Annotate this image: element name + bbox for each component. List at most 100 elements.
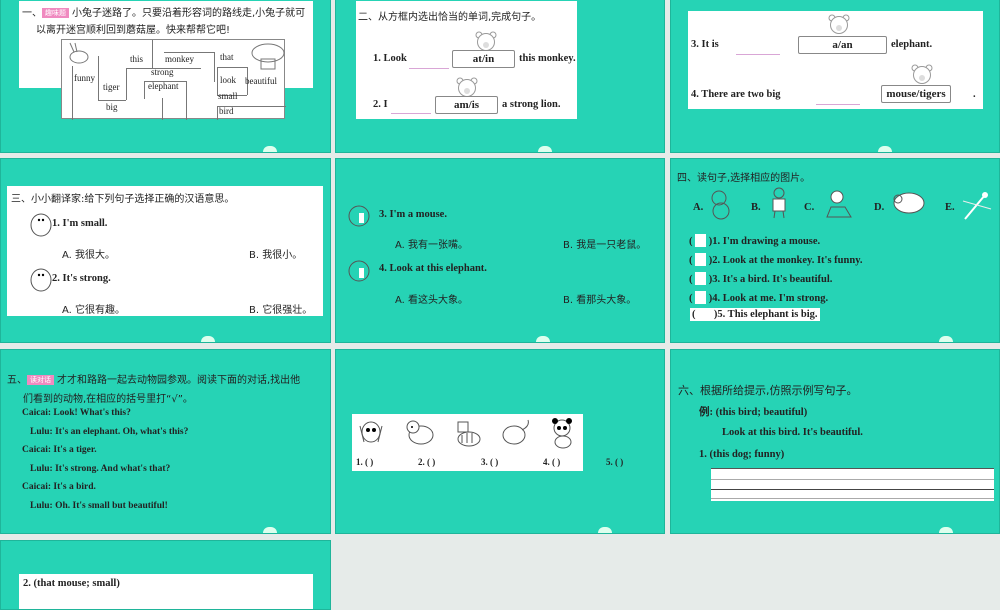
dialog-line: Caicai: It's a tiger.: [22, 445, 97, 455]
polar-bear-picture: [406, 420, 434, 445]
answer-box[interactable]: [695, 253, 707, 266]
answer-box[interactable]: [695, 272, 707, 285]
statement: ( )3. It's a bird. It's beautiful.: [689, 272, 833, 285]
word-box: at/in: [452, 50, 515, 68]
maze-word: small: [218, 91, 238, 101]
answer-label[interactable]: 4. ( ): [543, 457, 560, 467]
dialog-line: Lulu: It's strong. And what's that?: [30, 464, 171, 474]
nav-marker: [536, 336, 550, 342]
slide-write-sentences[interactable]: 六、根据所给提示,仿照示例写句子。 例: (this bird; beautif…: [670, 349, 1000, 534]
answer-blank[interactable]: [409, 68, 449, 69]
answer-label[interactable]: 5. ( ): [606, 457, 623, 467]
answer-label[interactable]: 3. ( ): [481, 457, 498, 467]
egg-character-icon: [30, 213, 52, 237]
maze-word: elephant: [148, 81, 179, 91]
option-label: C.: [804, 202, 815, 213]
maze-word: monkey: [165, 54, 194, 64]
question-2: 2. It's strong.: [52, 273, 111, 284]
writing-lines[interactable]: [711, 468, 994, 501]
option-b[interactable]: B. 我很小。: [249, 246, 302, 261]
section-title: 六、根据所给提示,仿照示例写句子。: [678, 384, 858, 397]
bear-icon: [828, 14, 850, 34]
answer-box[interactable]: [695, 234, 707, 247]
rabbit-icon: [69, 42, 89, 64]
statement: ( )1. I'm drawing a mouse.: [689, 234, 821, 247]
option-b[interactable]: B. 看那头大象。: [563, 291, 636, 306]
nav-marker: [263, 146, 277, 152]
tag-badge: 读对话: [27, 375, 54, 385]
nav-marker: [939, 336, 953, 342]
maze: this monkey that strong funny tiger elep…: [61, 39, 286, 120]
option-label: E.: [945, 202, 955, 213]
question-3-end: elephant.: [891, 39, 933, 50]
maze-word: bird: [219, 106, 234, 116]
maze-word: big: [106, 102, 118, 112]
option-a[interactable]: A. 看这头大象。: [395, 291, 468, 306]
statement: ( )2. Look at the monkey. It's funny.: [689, 253, 863, 266]
option-a[interactable]: A. 它很有趣。: [62, 301, 125, 316]
question-2-end: a strong lion.: [502, 99, 561, 110]
nav-marker: [598, 527, 612, 533]
nav-marker: [538, 146, 552, 152]
option-b[interactable]: B. 我是一只老鼠。: [563, 236, 646, 251]
slide-fill-in-1[interactable]: 二、从方框内选出恰当的单词,完成句子。 1. Look at/in this m…: [335, 0, 665, 153]
question-2-start: 2. I: [373, 99, 388, 110]
bear-icon: [911, 64, 933, 84]
dialog-line: Caicai: It's a bird.: [22, 482, 96, 492]
slide-dialogue[interactable]: 五、 读对话 才才和路路一起去动物园参观。阅读下面的对话,找出他 们看到的动物,在相…: [0, 349, 331, 534]
slide-translate-1[interactable]: 三、小小翻译家:给下列句子选择正确的汉语意思。 1. I'm small. A.…: [0, 158, 331, 343]
statement: ( )5. This elephant is big.: [690, 308, 820, 321]
slide-animal-pictures[interactable]: 1. ( ) 2. ( ) 3. ( ) 4. ( ) 5. ( ): [335, 349, 665, 534]
statement: ( )4. Look at me. I'm strong.: [689, 291, 829, 304]
question-1: 1. (this dog; funny): [699, 449, 785, 460]
answer-label[interactable]: 2. ( ): [418, 457, 435, 467]
question-4-start: 4. There are two big: [691, 89, 781, 100]
dialog-line: Caicai: Look! What's this?: [22, 408, 131, 418]
answer-box[interactable]: [695, 291, 707, 304]
dialog-line: Lulu: Oh. It's small but beautiful!: [30, 501, 168, 511]
maze-word: funny: [74, 73, 95, 83]
bird-picture: [962, 192, 992, 220]
slide-match-pictures[interactable]: 四、读句子,选择相应的图片。 A. B. C. D. E. ( )1. I'm …: [670, 158, 1000, 343]
owl-picture: [359, 421, 383, 443]
word-box: mouse/tigers: [881, 85, 951, 103]
option-a[interactable]: A. 我很大。: [62, 246, 115, 261]
maze-word: beautiful: [245, 76, 277, 86]
example-answer: Look at this bird. It's beautiful.: [722, 427, 863, 438]
instruction-line-2: 以离开迷宫顺利回到蘑菇屋。快来帮帮它吧!: [36, 25, 231, 36]
slide-maze[interactable]: 一、 趣味题 小兔子迷路了。只要沿着形容词的路线走,小兔子就可 以离开迷宫顺利回到蘑…: [0, 0, 331, 153]
instruction-line-1: 五、 读对话 才才和路路一起去动物园参观。阅读下面的对话,找出他: [7, 375, 301, 386]
elephant-picture: [893, 192, 925, 214]
elephant-picture: [502, 419, 529, 445]
instruction-line-1: 一、 趣味题 小兔子迷路了。只要沿着形容词的路线走,小兔子就可: [22, 8, 306, 19]
slide-translate-2[interactable]: 3. I'm a mouse. A. 我有一张嘴。 B. 我是一只老鼠。 4. …: [335, 158, 665, 343]
question-3: 3. I'm a mouse.: [379, 209, 447, 220]
answer-blank[interactable]: [816, 104, 860, 105]
option-b[interactable]: B. 它很强壮。: [249, 301, 312, 316]
example-prompt: 例: (this bird; beautiful): [699, 407, 808, 418]
answer-blank[interactable]: [736, 54, 780, 55]
slide-fill-in-2[interactable]: 3. It is a/an elephant. 4. There are two…: [670, 0, 1000, 153]
question-1-start: 1. Look: [373, 53, 407, 64]
nav-marker: [201, 336, 215, 342]
section-title: 二、从方框内选出恰当的单词,完成句子。: [358, 12, 542, 23]
instruction-line-2: 们看到的动物,在相应的括号里打“√”。: [23, 394, 193, 405]
tag-badge: 趣味题: [42, 8, 69, 18]
answer-label[interactable]: 1. ( ): [356, 457, 373, 467]
mushroom-house-icon: [251, 43, 285, 70]
maze-word: that: [220, 52, 234, 62]
drawing-boy-picture: [826, 190, 852, 218]
panda-picture: [552, 418, 572, 449]
question-3-start: 3. It is: [691, 39, 719, 50]
section-title: 四、读句子,选择相应的图片。: [677, 173, 811, 184]
question-1-end: this monkey.: [519, 53, 576, 64]
maze-word: this: [130, 54, 144, 64]
nav-marker: [939, 527, 953, 533]
option-a[interactable]: A. 我有一张嘴。: [395, 236, 468, 251]
option-label: D.: [874, 202, 885, 213]
question-4-end: .: [973, 89, 976, 100]
answer-blank[interactable]: [391, 113, 431, 114]
maze-word: tiger: [103, 82, 120, 92]
word-box: a/an: [798, 36, 887, 54]
option-label: B.: [751, 202, 761, 213]
